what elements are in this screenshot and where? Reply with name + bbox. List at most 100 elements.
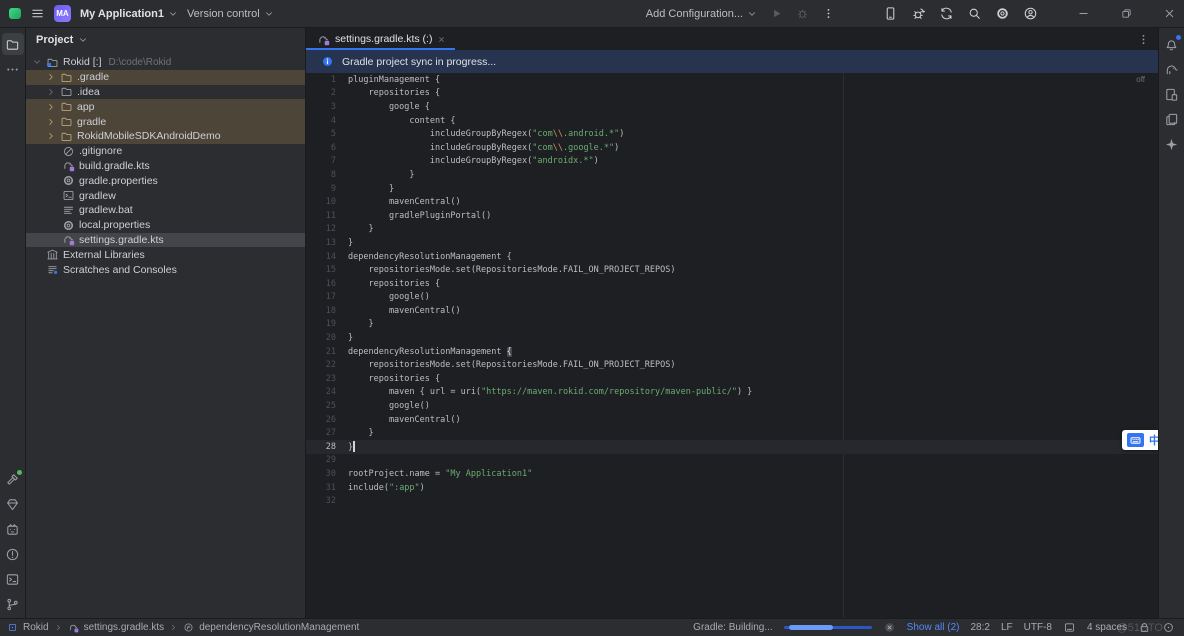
code-line[interactable]: 15 repositoriesMode.set(RepositoriesMode… <box>306 263 1158 277</box>
terminal-button[interactable] <box>2 568 24 590</box>
code-line[interactable]: 2 repositories { <box>306 87 1158 101</box>
tab-settings-gradle-kts[interactable]: settings.gradle.kts (:) <box>306 28 455 50</box>
code-line[interactable]: 6 includeGroupByRegex("com\\.google.*") <box>306 141 1158 155</box>
tree-item-gradlew[interactable]: gradlew <box>26 188 305 203</box>
close-button[interactable] <box>1154 0 1184 27</box>
search-everywhere-icon[interactable] <box>967 6 982 21</box>
tree-item-rokid-[interactable]: Rokid [:]D:\code\Rokid <box>26 55 305 70</box>
chevron-down-icon[interactable] <box>32 57 42 67</box>
code-line[interactable]: 7 includeGroupByRegex("androidx.*") <box>306 155 1158 169</box>
notifications-button[interactable] <box>1161 33 1183 55</box>
code-line[interactable]: 17 google() <box>306 291 1158 305</box>
code-line[interactable]: 18 mavenCentral() <box>306 304 1158 318</box>
minimize-button[interactable] <box>1068 0 1098 27</box>
version-control-button[interactable] <box>2 593 24 615</box>
indent-setting[interactable]: 4 spaces <box>1087 622 1127 633</box>
reader-mode-icon[interactable] <box>1063 621 1076 634</box>
code-area[interactable]: off 1pluginManagement {2 repositories {3… <box>306 73 1158 618</box>
device-manager-tool-button[interactable] <box>1161 83 1183 105</box>
chevron-right-icon[interactable] <box>46 72 56 82</box>
code-line[interactable]: 9 } <box>306 182 1158 196</box>
code-line[interactable]: 4 content { <box>306 114 1158 128</box>
breadcrumb-module[interactable]: Rokid <box>23 622 49 633</box>
gradle-sync-icon[interactable] <box>939 6 954 21</box>
code-line[interactable]: 30rootProject.name = "My Application1" <box>306 467 1158 481</box>
code-line[interactable]: 23 repositories { <box>306 372 1158 386</box>
code-line[interactable]: 27 } <box>306 426 1158 440</box>
code-line[interactable]: 24 maven { url = uri("https://maven.roki… <box>306 386 1158 400</box>
code-line[interactable]: 3 google { <box>306 100 1158 114</box>
tree-item-scratches-and-consoles[interactable]: Scratches and Consoles <box>26 262 305 277</box>
chevron-right-icon[interactable] <box>46 87 56 97</box>
debug-button-icon[interactable] <box>796 7 809 20</box>
tree-item-.idea[interactable]: .idea <box>26 85 305 100</box>
run-button-icon[interactable] <box>770 7 783 20</box>
settings-icon[interactable] <box>995 6 1010 21</box>
tree-item-rokidmobilesdkandroiddemo[interactable]: RokidMobileSDKAndroidDemo <box>26 129 305 144</box>
code-line[interactable]: 21dependencyResolutionManagement { <box>306 345 1158 359</box>
more-actions-icon[interactable] <box>822 7 835 20</box>
vcs-widget[interactable]: Version control <box>187 8 274 20</box>
code-line[interactable]: 1pluginManagement { <box>306 73 1158 87</box>
project-panel-header[interactable]: Project <box>26 28 305 52</box>
code-line[interactable]: 5 includeGroupByRegex("com\\.android.*") <box>306 127 1158 141</box>
profiler-icon[interactable] <box>911 6 926 21</box>
running-devices-button[interactable] <box>1161 108 1183 130</box>
ime-keyboard-icon[interactable] <box>1127 433 1144 447</box>
problems-button[interactable] <box>2 543 24 565</box>
chevron-right-icon[interactable] <box>46 117 56 127</box>
tab-close-icon[interactable] <box>437 35 446 44</box>
cancel-sync-icon[interactable] <box>883 621 896 634</box>
account-icon[interactable] <box>1023 6 1038 21</box>
tree-item-app[interactable]: app <box>26 99 305 114</box>
restore-button[interactable] <box>1111 0 1141 27</box>
more-tool-windows-button[interactable] <box>2 58 24 80</box>
code-line[interactable]: 12 } <box>306 223 1158 237</box>
code-line[interactable]: 29 <box>306 454 1158 468</box>
logcat-button[interactable] <box>2 518 24 540</box>
tree-item-.gitignore[interactable]: .gitignore <box>26 144 305 159</box>
code-line[interactable]: 26 mavenCentral() <box>306 413 1158 427</box>
inspections-icon[interactable] <box>1162 621 1175 634</box>
tree-item-build.gradle.kts[interactable]: build.gradle.kts <box>26 159 305 174</box>
code-line[interactable]: 11 gradlePluginPortal() <box>306 209 1158 223</box>
run-configuration-selector[interactable]: Add Configuration... <box>646 8 757 20</box>
code-line[interactable]: 8 } <box>306 168 1158 182</box>
tree-item-gradle.properties[interactable]: gradle.properties <box>26 173 305 188</box>
assistant-button[interactable] <box>1161 133 1183 155</box>
code-line[interactable]: 28} <box>306 440 1158 454</box>
tree-item-gradlew.bat[interactable]: gradlew.bat <box>26 203 305 218</box>
breadcrumb-symbol[interactable]: dependencyResolutionManagement <box>199 622 359 633</box>
line-separator[interactable]: LF <box>1001 622 1013 633</box>
tree-item-local.properties[interactable]: local.properties <box>26 218 305 233</box>
code-line[interactable]: 31include(":app") <box>306 481 1158 495</box>
code-line[interactable]: 20} <box>306 331 1158 345</box>
tree-item-gradle[interactable]: gradle <box>26 114 305 129</box>
code-line[interactable]: 22 repositoriesMode.set(RepositoriesMode… <box>306 358 1158 372</box>
caret-position[interactable]: 28:2 <box>970 622 989 633</box>
device-manager-icon[interactable] <box>883 6 898 21</box>
app-quality-insights-button[interactable] <box>2 493 24 515</box>
code-line[interactable]: 32 <box>306 494 1158 508</box>
build-tool-button[interactable] <box>2 468 24 490</box>
code-line[interactable]: 19 } <box>306 318 1158 332</box>
file-encoding[interactable]: UTF-8 <box>1024 622 1052 633</box>
code-line[interactable]: 14dependencyResolutionManagement { <box>306 250 1158 264</box>
tree-item-settings.gradle.kts[interactable]: settings.gradle.kts <box>26 233 305 248</box>
show-all-link[interactable]: Show all (2) <box>907 622 960 633</box>
ime-language-toggle[interactable]: 中 <box>1149 435 1158 446</box>
tab-options-icon[interactable] <box>1137 33 1158 46</box>
breadcrumb-file[interactable]: settings.gradle.kts <box>84 622 165 633</box>
tree-item-external-libraries[interactable]: External Libraries <box>26 247 305 262</box>
code-line[interactable]: 25 google() <box>306 399 1158 413</box>
code-line[interactable]: 16 repositories { <box>306 277 1158 291</box>
code-line[interactable]: 10 mavenCentral() <box>306 195 1158 209</box>
gradle-tool-button[interactable] <box>1161 58 1183 80</box>
tree-item-.gradle[interactable]: .gradle <box>26 70 305 85</box>
project-tool-button[interactable] <box>2 33 24 55</box>
chevron-right-icon[interactable] <box>46 102 56 112</box>
lock-icon[interactable] <box>1138 621 1151 634</box>
ime-toolbar[interactable]: 中 <box>1122 430 1158 450</box>
chevron-right-icon[interactable] <box>46 131 56 141</box>
code-line[interactable]: 13} <box>306 236 1158 250</box>
